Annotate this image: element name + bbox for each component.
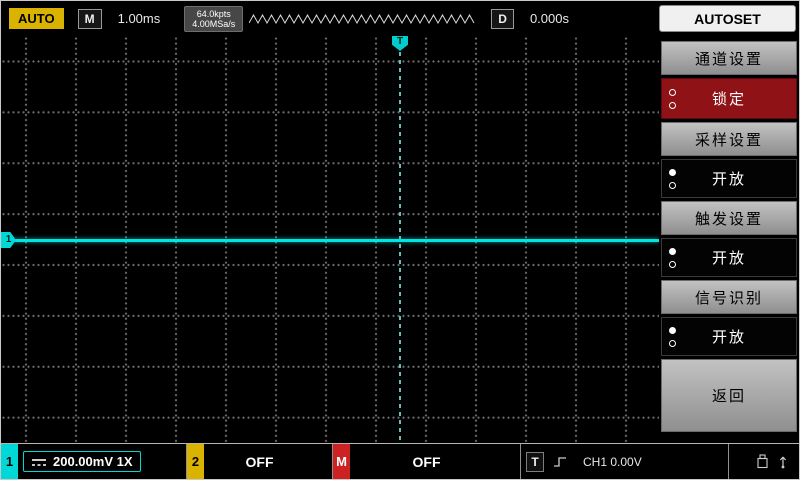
radio-indicator [669, 248, 676, 268]
radio-indicator [669, 327, 676, 347]
ch1-status-section[interactable]: 1 200.00mV 1X [1, 444, 187, 479]
radio-indicator [669, 89, 676, 109]
radio-dot [669, 89, 676, 96]
radio-dot [669, 248, 676, 255]
bottom-status-bar: 1 200.00mV 1X 2 OFF M OFF T CH1 0.00V [1, 443, 799, 479]
radio-dot [669, 102, 676, 109]
math-badge: M [333, 444, 350, 479]
menu-label: 触发设置 [695, 208, 763, 229]
menu-sampling-settings-button[interactable]: 采样设置 [661, 122, 797, 156]
dc-coupling-icon [31, 457, 47, 467]
radio-indicator [669, 169, 676, 189]
sample-rate-readout: 4.00MSa/s [192, 19, 235, 29]
radio-dot [669, 261, 676, 268]
menu-signal-id-button[interactable]: 信号识别 [661, 280, 797, 314]
acquisition-status-badge: AUTO [9, 8, 64, 29]
ch2-badge: 2 [187, 444, 204, 479]
menu-label: 开放 [712, 247, 746, 268]
menu-label: 返回 [712, 385, 746, 406]
menu-trigger-settings-button[interactable]: 触发设置 [661, 201, 797, 235]
ch2-status-section[interactable]: 2 OFF [187, 444, 333, 479]
menu-label: 采样设置 [695, 129, 763, 150]
menu-lock-option-button[interactable]: 锁定 [661, 78, 797, 119]
menu-label: 信号识别 [695, 287, 763, 308]
menu-channel-settings-button[interactable]: 通道设置 [661, 41, 797, 75]
delay-badge: D [491, 9, 514, 29]
trigger-level-readout: CH1 0.00V [583, 455, 642, 469]
waveform-stage: T 1 [1, 36, 659, 443]
menu-label: 开放 [712, 168, 746, 189]
trigger-overview-waveform [249, 12, 477, 26]
ch1-scale-box: 200.00mV 1X [23, 451, 141, 472]
horizontal-mode-badge: M [78, 9, 102, 29]
menu-panel: 通道设置 锁定 采样设置 开放 触发设置 开放 [659, 36, 799, 443]
math-status-section[interactable]: M OFF [333, 444, 521, 479]
usb-status-section [729, 444, 799, 479]
menu-signal-open-option-button[interactable]: 开放 [661, 317, 797, 356]
menu-label: 通道设置 [695, 48, 763, 69]
menu-return-button[interactable]: 返回 [661, 359, 797, 432]
top-status-bar: AUTO M 1.00ms 64.0kpts 4.00MSa/s D 0.000… [1, 1, 799, 36]
radio-dot [669, 340, 676, 347]
usb-host-icon [776, 454, 790, 469]
autoset-button[interactable]: AUTOSET [659, 5, 796, 32]
menu-label: 锁定 [712, 88, 746, 109]
memory-depth-readout: 64.0kpts [192, 9, 235, 19]
radio-dot [669, 169, 676, 176]
oscilloscope-ui: AUTO M 1.00ms 64.0kpts 4.00MSa/s D 0.000… [0, 0, 800, 480]
ch2-status-readout: OFF [204, 454, 315, 470]
menu-trigger-open-option-button[interactable]: 开放 [661, 238, 797, 277]
acquisition-info-box: 64.0kpts 4.00MSa/s [184, 6, 243, 32]
delay-readout: 0.000s [530, 11, 569, 26]
menu-label: 开放 [712, 326, 746, 347]
ch1-badge: 1 [1, 444, 18, 479]
radio-dot [669, 182, 676, 189]
trigger-slope-icon [553, 455, 567, 469]
timebase-readout: 1.00ms [118, 11, 161, 26]
ch1-trace [1, 239, 659, 242]
menu-sampling-open-option-button[interactable]: 开放 [661, 159, 797, 198]
trigger-badge: T [526, 452, 544, 472]
radio-dot [669, 327, 676, 334]
trigger-status-section[interactable]: T CH1 0.00V [521, 444, 729, 479]
usb-device-icon [756, 454, 769, 469]
math-status-readout: OFF [350, 454, 503, 470]
ch1-scale-readout: 200.00mV 1X [53, 454, 133, 469]
